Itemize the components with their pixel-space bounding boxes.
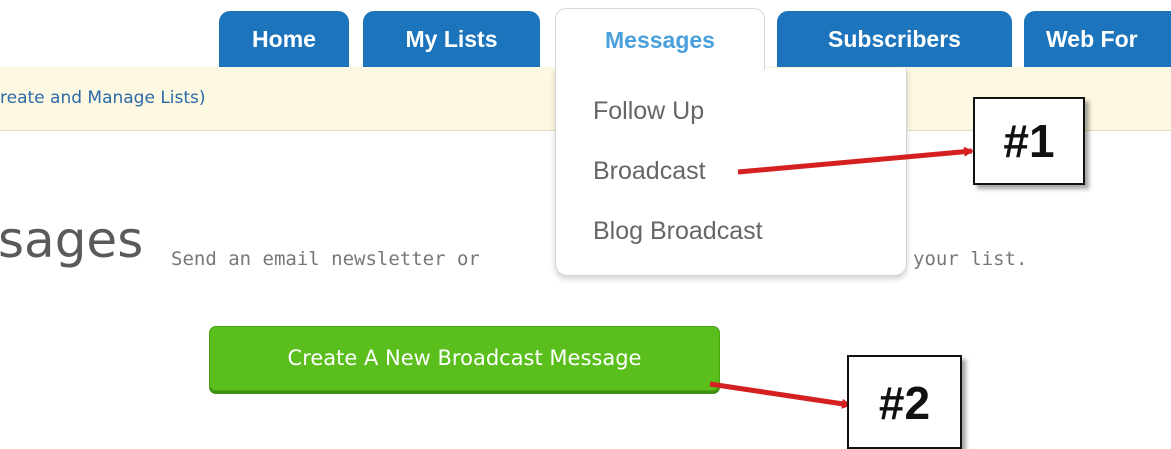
annotation-arrows	[709, 146, 974, 409]
arrow-1	[737, 146, 974, 175]
callout-2: #2	[847, 355, 962, 449]
arrow-2	[709, 381, 852, 409]
callout-1: #1	[973, 97, 1085, 185]
